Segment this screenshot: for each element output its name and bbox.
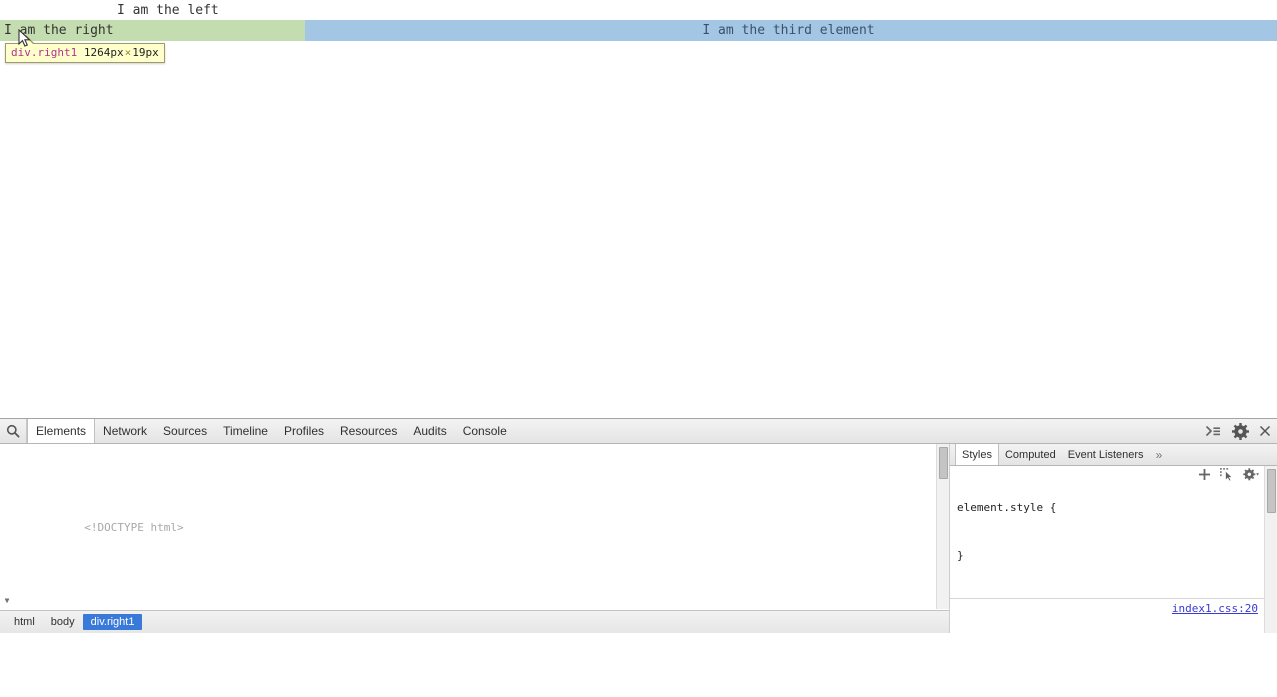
- gear-icon[interactable]: [1232, 422, 1249, 440]
- tab-event-listeners-label: Event Listeners: [1067, 448, 1144, 461]
- breadcrumb-item-body[interactable]: body: [43, 614, 83, 630]
- page-div-right1: I am the third element: [702, 23, 875, 38]
- tooltip-times-glyph: ×: [124, 46, 132, 59]
- breadcrumb-item-div-right1-label: div.right1: [90, 616, 135, 628]
- style-rule-element-style[interactable]: element.style { }: [950, 466, 1264, 599]
- styles-pane-tabs: Styles Computed Event Listeners »: [950, 444, 1277, 466]
- tab-event-listeners[interactable]: Event Listeners: [1062, 444, 1150, 465]
- breadcrumb-item-body-label: body: [50, 616, 75, 628]
- tab-timeline[interactable]: Timeline: [215, 419, 276, 443]
- tab-computed[interactable]: Computed: [999, 444, 1062, 465]
- search-icon[interactable]: [0, 419, 27, 443]
- styles-pane-scrollbar[interactable]: [1264, 466, 1277, 633]
- tab-resources[interactable]: Resources: [332, 419, 405, 443]
- tooltip-width: 1264px: [83, 46, 124, 59]
- tab-sources[interactable]: Sources: [155, 419, 215, 443]
- tab-console[interactable]: Console: [455, 419, 515, 443]
- styles-pane-scrollbar-thumb[interactable]: [1267, 469, 1276, 513]
- dom-tree-scrollbar[interactable]: [936, 444, 949, 609]
- styles-toolbar: [1198, 468, 1260, 481]
- tab-console-label: Console: [462, 424, 507, 438]
- styles-tabs-overflow-glyph: »: [1155, 447, 1163, 462]
- tab-elements-label: Elements: [36, 424, 87, 438]
- page-viewport: I am the left I am the right I am the th…: [0, 0, 1277, 418]
- tab-timeline-label: Timeline: [223, 424, 268, 438]
- doctype-text: <!DOCTYPE html>: [84, 520, 184, 534]
- style-rule-right1-source-link[interactable]: index1.css:20: [1172, 601, 1258, 617]
- tab-profiles[interactable]: Profiles: [276, 419, 332, 443]
- style-rule-right1[interactable]: index1.css:20 .right1 { padding-left: 30…: [950, 599, 1264, 633]
- tab-profiles-label: Profiles: [283, 424, 324, 438]
- breadcrumb-item-div-right1[interactable]: div.right1: [82, 614, 143, 630]
- breadcrumb-item-html-label: html: [14, 616, 35, 628]
- devtools-window: Elements Network Sources Timeline Profil…: [0, 418, 1277, 633]
- tab-network-label: Network: [103, 424, 148, 438]
- tab-computed-label: Computed: [1004, 448, 1056, 461]
- devtools-toolbar-right: [1206, 419, 1277, 443]
- mouse-cursor-icon: [18, 29, 31, 47]
- tab-network[interactable]: Network: [95, 419, 155, 443]
- devtools-body: <!DOCTYPE html> ▼ <html> ▶ <head>…</head…: [0, 444, 1277, 633]
- tab-sources-label: Sources: [163, 424, 208, 438]
- tab-audits[interactable]: Audits: [405, 419, 454, 443]
- devtools-toolbar: Elements Network Sources Timeline Profil…: [0, 419, 1277, 444]
- page-div-left: I am the left: [117, 3, 219, 18]
- gear-dropdown-icon[interactable]: [1243, 468, 1260, 481]
- dom-node-html[interactable]: ▼ <html>: [0, 579, 936, 609]
- tab-styles-label: Styles: [962, 448, 992, 461]
- tab-elements[interactable]: Elements: [27, 419, 96, 443]
- chevron-down-icon[interactable]: ▼: [2, 594, 12, 609]
- style-rule-element-style-close: }: [957, 549, 964, 562]
- dom-tree-pane: <!DOCTYPE html> ▼ <html> ▶ <head>…</head…: [0, 444, 950, 633]
- dom-tree-scrollbar-thumb[interactable]: [939, 447, 948, 479]
- styles-content: element.style { } index1.css:20 .right1 …: [950, 466, 1264, 633]
- breadcrumb: html body div.right1: [0, 610, 949, 633]
- window-background-below-devtools: [0, 633, 1277, 697]
- dom-node-doctype[interactable]: <!DOCTYPE html>: [0, 506, 936, 534]
- style-rule-element-style-selector: element.style {: [957, 501, 1057, 514]
- element-state-icon[interactable]: [1220, 468, 1234, 481]
- tab-styles[interactable]: Styles: [955, 444, 999, 465]
- tooltip-height: 19px: [132, 46, 159, 59]
- close-icon[interactable]: [1259, 425, 1271, 437]
- plus-icon[interactable]: [1198, 468, 1211, 481]
- tab-resources-label: Resources: [340, 424, 398, 438]
- dom-tree[interactable]: <!DOCTYPE html> ▼ <html> ▶ <head>…</head…: [0, 444, 936, 609]
- styles-tabs-overflow-icon[interactable]: »: [1150, 444, 1169, 465]
- tab-audits-label: Audits: [413, 424, 447, 438]
- console-drawer-icon[interactable]: [1206, 425, 1222, 438]
- styles-pane: Styles Computed Event Listeners » elemen…: [950, 444, 1277, 633]
- breadcrumb-item-html[interactable]: html: [6, 614, 43, 630]
